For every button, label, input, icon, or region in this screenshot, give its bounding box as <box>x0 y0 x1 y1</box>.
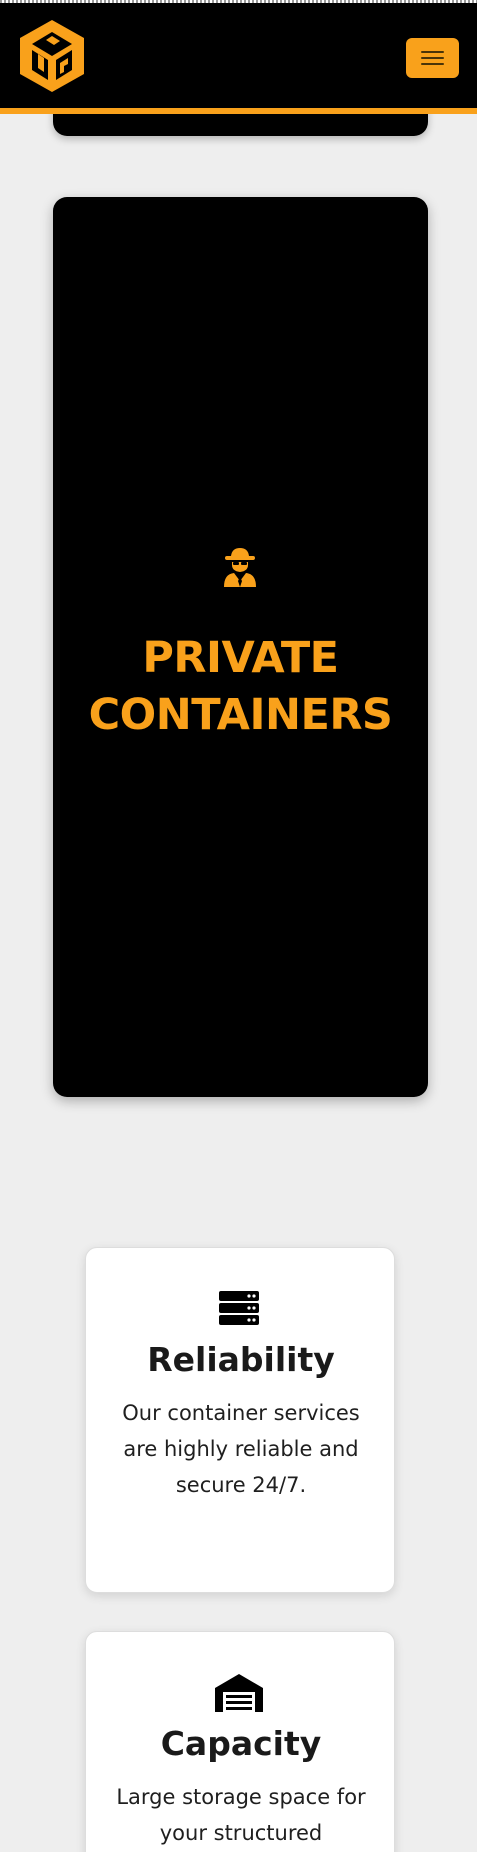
navbar <box>0 0 477 114</box>
cg-cube-logo-icon[interactable] <box>16 16 88 96</box>
reliability-title: Reliability <box>147 1340 335 1379</box>
capacity-text: Large storage space for your structured <box>116 1785 366 1845</box>
spy-incognito-icon <box>224 548 256 587</box>
reliability-text: Our container services are highly reliab… <box>122 1401 360 1497</box>
menu-toggle-button[interactable] <box>406 38 459 78</box>
hamburger-menu-icon <box>421 51 444 53</box>
warehouse-icon <box>215 1674 263 1712</box>
server-stack-icon <box>219 1291 259 1325</box>
feature-title: PRIVATE CONTAINERS <box>88 633 393 740</box>
reliability-card: Reliability Our container services are h… <box>85 1247 395 1593</box>
capacity-title: Capacity <box>160 1724 322 1763</box>
top-dotted-border <box>0 0 477 3</box>
private-containers-card: PRIVATE CONTAINERS <box>53 197 428 1097</box>
capacity-card: Capacity Large storage space for your st… <box>85 1631 395 1852</box>
